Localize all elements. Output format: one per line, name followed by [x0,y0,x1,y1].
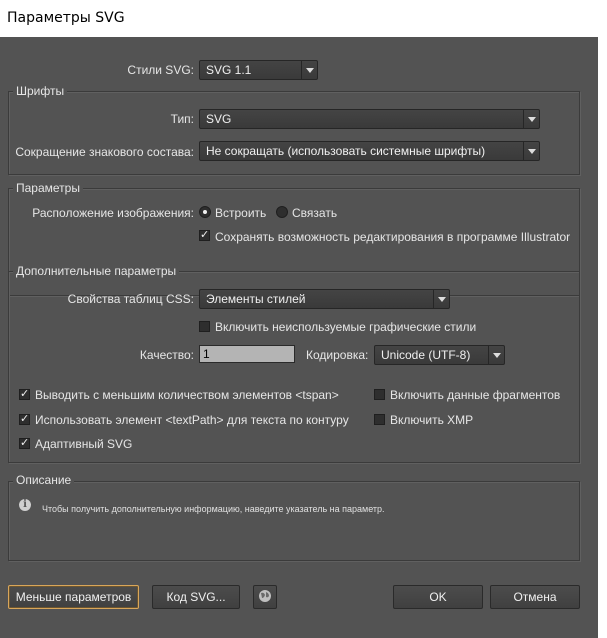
font-type-label: Тип: [170,112,194,126]
dropdown-arrow-icon [523,142,539,160]
encoding-dropdown[interactable]: Unicode (UTF-8) [374,345,505,365]
embed-radio[interactable] [199,206,211,218]
fewer-options-button[interactable]: Меньше параметров [8,585,139,609]
svg-styles-label: Стили SVG: [127,63,194,77]
preserve-editing-label[interactable]: Сохранять возможность редактирования в п… [215,230,570,244]
svg-options-dialog: Стили SVG: SVG 1.1 Шрифты Тип: SVG Сокра… [0,37,598,638]
web-preview-button[interactable] [253,585,277,609]
textpath-checkbox[interactable]: ✓ [19,414,30,425]
slicing-label[interactable]: Включить данные фрагментов [390,388,560,402]
ok-button[interactable]: OK [393,585,483,609]
css-properties-label: Свойства таблиц CSS: [67,292,194,306]
globe-icon [259,590,271,602]
link-radio[interactable] [276,206,288,218]
options-group-title: Параметры [13,181,83,195]
fonts-group-title: Шрифты [13,84,68,98]
preserve-editing-checkbox[interactable]: ✓ [199,230,210,241]
image-location-label: Расположение изображения: [32,206,194,220]
slicing-checkbox[interactable] [374,389,385,400]
link-label[interactable]: Связать [292,206,337,220]
cancel-button[interactable]: Отмена [490,585,580,609]
embed-label[interactable]: Встроить [215,206,266,220]
encoding-value: Unicode (UTF-8) [381,348,471,362]
font-type-value: SVG [206,112,232,126]
font-subset-dropdown[interactable]: Не сокращать (использовать системные шри… [199,141,540,161]
responsive-label[interactable]: Адаптивный SVG [35,437,132,451]
svg-code-button[interactable]: Код SVG... [152,585,240,609]
svg-styles-value: SVG 1.1 [206,63,252,77]
window-edge [598,37,607,638]
css-properties-dropdown[interactable]: Элементы стилей [199,289,450,309]
fonts-group [8,91,580,175]
description-text: Чтобы получить дополнительную информацию… [42,504,385,514]
svg-styles-dropdown[interactable]: SVG 1.1 [199,60,318,80]
description-group [8,481,580,561]
responsive-checkbox[interactable]: ✓ [19,438,30,449]
quality-label: Качество: [139,348,194,362]
css-properties-value: Элементы стилей [206,292,306,306]
unused-styles-checkbox[interactable] [199,321,210,332]
font-subset-value: Не сокращать (использовать системные шри… [206,144,486,158]
tspan-checkbox[interactable]: ✓ [19,389,30,400]
description-group-title: Описание [13,473,75,487]
encoding-label: Кодировка: [306,348,369,362]
xmp-checkbox[interactable] [374,414,385,425]
dropdown-arrow-icon [523,110,539,128]
font-subset-label: Сокращение знакового состава: [15,145,194,159]
xmp-label[interactable]: Включить XMP [390,413,473,427]
dialog-title: Параметры SVG [0,0,607,37]
info-icon: i [19,499,31,511]
advanced-group-title: Дополнительные параметры [13,264,180,278]
font-type-dropdown[interactable]: SVG [199,109,540,129]
dropdown-arrow-icon [301,61,317,79]
quality-input[interactable]: 1 [199,345,295,363]
dropdown-arrow-icon [433,290,449,308]
unused-styles-label[interactable]: Включить неиспользуемые графические стил… [215,320,476,334]
textpath-label[interactable]: Использовать элемент <textPath> для текс… [35,413,349,427]
dropdown-arrow-icon [488,346,504,364]
tspan-label[interactable]: Выводить с меньшим количеством элементов… [35,388,339,402]
